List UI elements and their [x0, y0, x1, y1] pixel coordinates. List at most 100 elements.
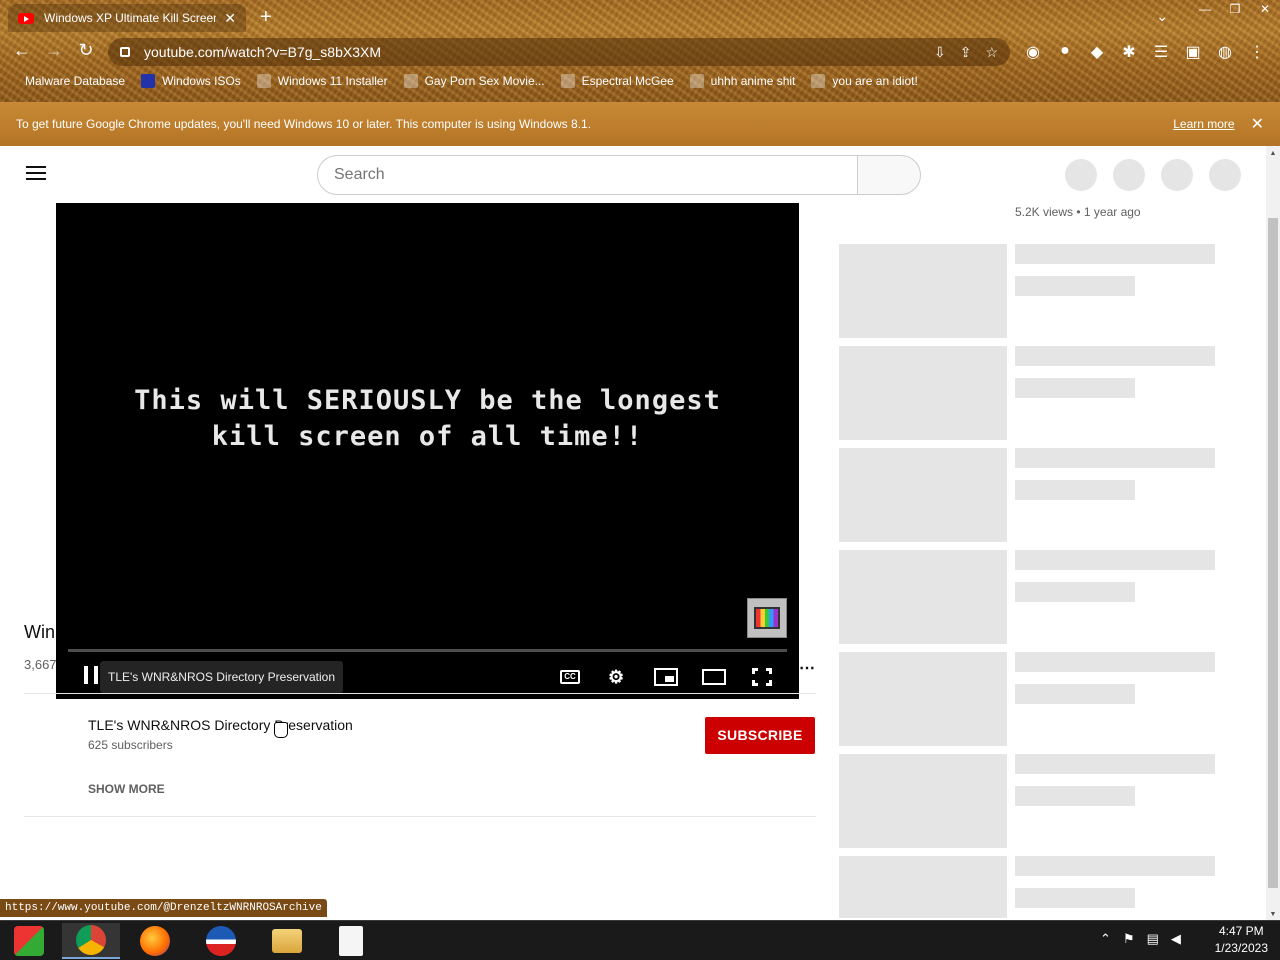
- start-button[interactable]: [0, 923, 58, 959]
- tab-title: Windows XP Ultimate Kill Screen: [44, 11, 217, 25]
- header-placeholder-circle: [1065, 159, 1097, 191]
- address-bar[interactable]: youtube.com/watch?v=B7g_s8bX3XM ⇩ ⇪ ☆: [108, 38, 1010, 66]
- forward-arrow-icon[interactable]: →: [42, 40, 66, 61]
- puzzle-extensions-icon[interactable]: ✱: [1118, 42, 1140, 62]
- recommendation-meta-placeholder: [1015, 276, 1135, 296]
- channel-name[interactable]: TLE's WNR&NROS Directory Preservation: [88, 717, 353, 733]
- fullscreen-icon[interactable]: [752, 668, 772, 686]
- recommendation-title-placeholder: [1015, 652, 1215, 672]
- scroll-up-icon[interactable]: ▲: [1266, 150, 1280, 157]
- theater-mode-icon[interactable]: [702, 669, 726, 685]
- lock-icon: [120, 47, 130, 57]
- recommendation-meta-placeholder: [1015, 582, 1135, 602]
- recommendation-thumbnail-placeholder: [839, 448, 1007, 542]
- bookmark-item[interactable]: uhhh anime shit: [689, 74, 795, 88]
- volume-icon[interactable]: ◀: [1171, 931, 1181, 947]
- bookmark-item[interactable]: Windows ISOs: [141, 74, 241, 88]
- search-button[interactable]: [857, 155, 921, 195]
- tab-search-chevron-icon[interactable]: ⌄: [1156, 8, 1168, 25]
- recommendation-thumbnail-placeholder: [839, 856, 1007, 918]
- pause-icon[interactable]: [84, 666, 98, 684]
- badge-icon: [403, 74, 418, 88]
- url-text[interactable]: youtube.com/watch?v=B7g_s8bX3XM: [144, 44, 920, 60]
- back-arrow-icon[interactable]: ←: [10, 40, 34, 61]
- show-more-button[interactable]: SHOW MORE: [88, 782, 165, 796]
- update-infobar: To get future Google Chrome updates, you…: [0, 102, 1280, 146]
- miniplayer-icon[interactable]: [654, 668, 678, 686]
- flag-extension-icon[interactable]: ◉: [1022, 42, 1044, 62]
- bookmark-item[interactable]: Espectral McGee: [560, 74, 674, 88]
- recommendation-meta-placeholder: [1015, 888, 1135, 908]
- windows-taskbar: ⌃ ⚑ ▤ ◀ 4:47 PM 1/23/2023: [0, 920, 1280, 960]
- bookmark-icon: [12, 74, 18, 88]
- character-icon: [560, 74, 575, 88]
- video-views-partial: 3,667: [24, 657, 57, 672]
- recommendation-thumbnail-placeholder: [839, 754, 1007, 848]
- x-logo-icon: [141, 74, 156, 88]
- tab-close-icon[interactable]: ✕: [224, 10, 236, 27]
- browser-tab[interactable]: Windows XP Ultimate Kill Screen ✕: [8, 4, 246, 32]
- tray-expand-icon[interactable]: ⌃: [1100, 931, 1111, 947]
- recommendation-thumbnail-placeholder: [839, 346, 1007, 440]
- hand-cursor-icon: [274, 722, 288, 738]
- action-center-flag-icon[interactable]: ⚑: [1123, 931, 1135, 947]
- recommendation-meta-placeholder: [1015, 786, 1135, 806]
- firefox-taskbar-icon[interactable]: [126, 923, 184, 959]
- progress-bar[interactable]: [68, 649, 787, 652]
- page-scrollbar[interactable]: ▲ ▼: [1266, 146, 1280, 920]
- divider: [24, 693, 816, 694]
- chrome-taskbar-icon[interactable]: [62, 923, 120, 959]
- clock[interactable]: 4:47 PM 1/23/2023: [1215, 923, 1268, 957]
- file-explorer-taskbar-icon[interactable]: [258, 923, 316, 959]
- reload-icon[interactable]: ↻: [74, 40, 98, 61]
- video-frame-text: This will SERIOUSLY be the longest kill …: [134, 385, 721, 452]
- recommendation-title-placeholder: [1015, 754, 1215, 774]
- settings-gear-icon[interactable]: ⚙: [608, 667, 624, 688]
- bookmark-item[interactable]: Malware Database: [12, 74, 125, 88]
- avatar-extension-icon[interactable]: ●: [1054, 42, 1076, 62]
- menu-kebab-icon[interactable]: ⋮: [1246, 42, 1268, 62]
- image-icon: [256, 74, 271, 88]
- hamburger-menu-icon[interactable]: [26, 166, 46, 184]
- infobar-close-icon[interactable]: ✕: [1251, 114, 1264, 134]
- share-icon[interactable]: ⇪: [960, 44, 972, 61]
- scrollbar-thumb[interactable]: [1268, 218, 1278, 888]
- header-placeholder-circle: [1161, 159, 1193, 191]
- infobar-message: To get future Google Chrome updates, you…: [16, 117, 592, 131]
- header-placeholder-circle: [1113, 159, 1145, 191]
- recommendation-title-placeholder: [1015, 346, 1215, 366]
- recommendation-meta-placeholder: [1015, 378, 1135, 398]
- youtube-header: Search: [0, 146, 1266, 202]
- side-panel-icon[interactable]: ▣: [1182, 42, 1204, 62]
- bookmark-item[interactable]: you are an idiot!: [811, 74, 918, 88]
- profile-icon[interactable]: ◍: [1214, 42, 1236, 62]
- more-actions-icon[interactable]: ⋯: [799, 658, 815, 678]
- media-queue-icon[interactable]: ☰: [1150, 42, 1172, 62]
- restore-button[interactable]: ❐: [1220, 0, 1250, 18]
- network-icon[interactable]: ▤: [1147, 931, 1159, 947]
- bookmark-item[interactable]: Windows 11 Installer: [256, 74, 388, 88]
- bookmark-star-icon[interactable]: ☆: [985, 44, 998, 61]
- recommendation-thumbnail-placeholder: [839, 550, 1007, 644]
- scroll-down-icon[interactable]: ▼: [1266, 911, 1280, 918]
- recommendation-title-placeholder: [1015, 244, 1215, 264]
- learn-more-link[interactable]: Learn more: [1173, 117, 1234, 131]
- obama-logo-taskbar-icon[interactable]: [192, 923, 250, 959]
- bookmarks-bar: Malware Database Windows ISOs Windows 11…: [12, 74, 918, 88]
- blue-extension-icon[interactable]: ◆: [1086, 42, 1108, 62]
- clock-time: 4:47 PM: [1218, 924, 1264, 938]
- minimize-button[interactable]: —: [1190, 0, 1220, 18]
- document-taskbar-icon[interactable]: [322, 923, 380, 959]
- recommendation-meta-placeholder: [1015, 684, 1135, 704]
- captions-icon[interactable]: CC: [560, 670, 580, 684]
- close-window-button[interactable]: ✕: [1250, 0, 1280, 18]
- video-player[interactable]: This will SERIOUSLY be the longest kill …: [56, 203, 799, 699]
- channel-watermark-icon[interactable]: [747, 598, 787, 638]
- subscribe-button[interactable]: SUBSCRIBE: [705, 717, 815, 754]
- new-tab-button[interactable]: +: [260, 6, 272, 28]
- search-input[interactable]: Search: [317, 155, 858, 195]
- status-url: https://www.youtube.com/@DrenzeltzWNRNRO…: [0, 899, 327, 917]
- bookmark-item[interactable]: Gay Porn Sex Movie...: [403, 74, 545, 88]
- install-icon[interactable]: ⇩: [934, 44, 946, 61]
- browser-chrome: Windows XP Ultimate Kill Screen ✕ + ⌄ — …: [0, 0, 1280, 102]
